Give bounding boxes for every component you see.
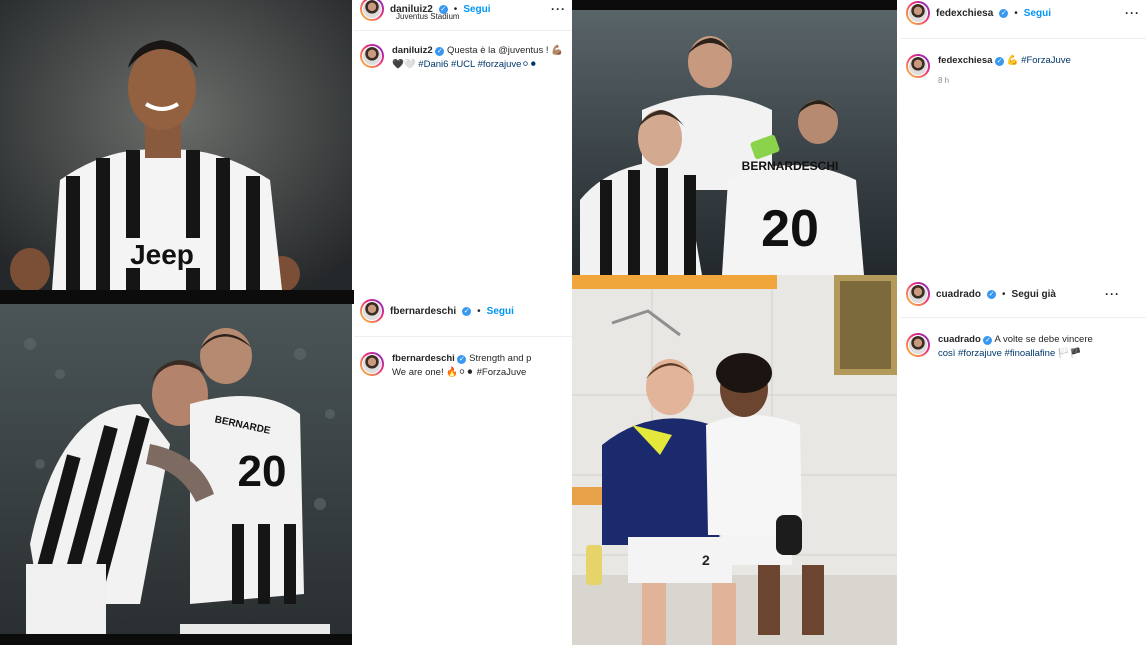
hug-photo-art: 20 BERNARDE bbox=[0, 304, 352, 634]
photo-group-celebration[interactable]: BERNARDESCHI 20 bbox=[572, 10, 897, 275]
caption-text: Questa è la @juventus ! 💪🏽 bbox=[446, 45, 563, 56]
sponsor-logo-text: Jeep bbox=[130, 239, 194, 270]
username-link[interactable]: fedexchiesa bbox=[936, 8, 993, 19]
photo-hug[interactable]: 20 BERNARDE bbox=[0, 304, 352, 634]
locker-photo-art: 2 bbox=[572, 275, 897, 645]
avatar[interactable] bbox=[360, 0, 384, 21]
caption-text: A volte se debe vincere bbox=[994, 334, 1093, 345]
caption-username[interactable]: fedexchiesa bbox=[938, 55, 992, 66]
following-button[interactable]: Segui già bbox=[1012, 289, 1056, 300]
hug-jersey-number: 20 bbox=[238, 447, 287, 496]
divider bbox=[900, 38, 1146, 39]
caption-avatar[interactable] bbox=[906, 54, 930, 78]
avatar[interactable] bbox=[906, 1, 930, 25]
verified-badge-icon: ✓ bbox=[457, 355, 467, 364]
follow-button[interactable]: Segui bbox=[1024, 8, 1051, 19]
verified-badge-icon: ✓ bbox=[462, 306, 472, 316]
group-photo-art: BERNARDESCHI 20 bbox=[572, 10, 897, 275]
username-link[interactable]: cuadrado bbox=[936, 289, 981, 300]
grid-gutter bbox=[0, 290, 354, 304]
caption-body: fedexchiesa ✓ 💪 #ForzaJuve 8 h bbox=[938, 54, 1071, 88]
caption-hashtags[interactable]: 🖤🤍 #Dani6 #UCL #forzajuve⚪⚫ bbox=[392, 58, 563, 72]
post-timestamp[interactable]: 8 h bbox=[938, 74, 1071, 88]
grid-gutter bbox=[0, 634, 352, 645]
caption-text: Strength and p bbox=[469, 353, 532, 364]
post-panel-daniluiz2: daniluiz2 ✓ • Segui ··· Juventus Stadium… bbox=[354, 0, 572, 290]
avatar[interactable] bbox=[360, 299, 384, 323]
post-caption: fbernardeschi ✓ Strength and p We are on… bbox=[360, 352, 566, 380]
separator-dot: • bbox=[1002, 288, 1006, 300]
caption-body: daniluiz2 ✓ Questa è la @juventus ! 💪🏽 🖤… bbox=[392, 44, 563, 72]
caption-username[interactable]: daniluiz2 bbox=[392, 45, 433, 56]
group-jersey-number: 20 bbox=[761, 200, 819, 258]
photo-danilo-celebration[interactable]: Jeep bbox=[0, 0, 352, 290]
caption-text[interactable]: 💪 #ForzaJuve bbox=[1007, 55, 1071, 66]
photo-locker-room[interactable]: 2 bbox=[572, 275, 897, 645]
verified-badge-icon: ✓ bbox=[435, 47, 445, 56]
caption-avatar[interactable] bbox=[906, 333, 930, 357]
more-options-icon[interactable]: ··· bbox=[1105, 287, 1120, 301]
caption-username[interactable]: cuadrado bbox=[938, 334, 981, 345]
bench-shorts-number: 2 bbox=[702, 552, 710, 568]
verified-badge-icon: ✓ bbox=[995, 57, 1005, 66]
post-caption: fedexchiesa ✓ 💪 #ForzaJuve 8 h bbox=[906, 54, 1140, 88]
caption-username[interactable]: fbernardeschi bbox=[392, 353, 455, 364]
post-header: fbernardeschi ✓ • Segui bbox=[360, 296, 566, 326]
post-caption: cuadrado ✓ A volte se debe vincere così … bbox=[906, 333, 1140, 361]
group-jersey-name: BERNARDESCHI bbox=[742, 159, 839, 173]
caption-body: cuadrado ✓ A volte se debe vincere così … bbox=[938, 333, 1093, 361]
post-panel-fbernardeschi: fbernardeschi ✓ • Segui fbernardeschi ✓ … bbox=[354, 290, 572, 645]
follow-button[interactable]: Segui bbox=[487, 306, 514, 317]
divider bbox=[354, 30, 572, 31]
caption-body: fbernardeschi ✓ Strength and p We are on… bbox=[392, 352, 531, 380]
more-options-icon[interactable]: ··· bbox=[1125, 6, 1140, 20]
post-header: fedexchiesa ✓ • Segui ··· bbox=[906, 0, 1140, 28]
caption-hashtags[interactable]: così #forzajuve #finoallafine 🏳️🏴 bbox=[938, 347, 1093, 361]
follow-button[interactable]: Segui bbox=[463, 4, 490, 15]
post-location[interactable]: Juventus Stadium bbox=[396, 12, 460, 21]
divider bbox=[354, 336, 572, 337]
post-panel-cuadrado: cuadrado ✓ • Segui già ··· cuadrado ✓ A … bbox=[900, 275, 1146, 645]
grid-gutter bbox=[572, 0, 897, 10]
divider bbox=[900, 317, 1146, 318]
verified-badge-icon: ✓ bbox=[983, 336, 993, 345]
separator-dot: • bbox=[477, 305, 481, 317]
caption-avatar[interactable] bbox=[360, 44, 384, 68]
username-link[interactable]: fbernardeschi bbox=[390, 306, 456, 317]
post-header: cuadrado ✓ • Segui già ··· bbox=[906, 279, 1140, 309]
verified-badge-icon: ✓ bbox=[987, 289, 997, 299]
caption-avatar[interactable] bbox=[360, 352, 384, 376]
verified-badge-icon: ✓ bbox=[999, 8, 1009, 18]
post-header: daniluiz2 ✓ • Segui ··· bbox=[360, 0, 566, 24]
avatar[interactable] bbox=[906, 282, 930, 306]
danilo-photo-art: Jeep bbox=[0, 0, 352, 290]
caption-line2: We are one! 🔥⚪⚫ #ForzaJuve bbox=[392, 367, 527, 378]
separator-dot: • bbox=[1014, 7, 1018, 19]
more-options-icon[interactable]: ··· bbox=[551, 2, 566, 16]
post-panel-fedexchiesa: fedexchiesa ✓ • Segui ··· fedexchiesa ✓ … bbox=[900, 0, 1146, 275]
post-caption: daniluiz2 ✓ Questa è la @juventus ! 💪🏽 🖤… bbox=[360, 44, 566, 72]
